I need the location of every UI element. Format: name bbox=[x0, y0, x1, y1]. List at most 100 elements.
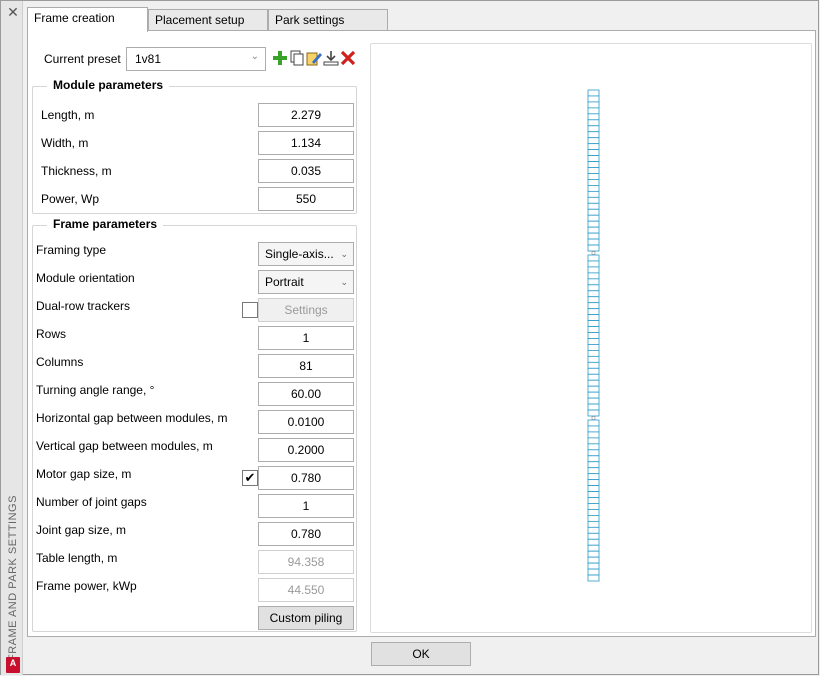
motor-gap-field[interactable]: 0.780 bbox=[258, 466, 354, 490]
custom-piling-button[interactable]: Custom piling bbox=[258, 606, 354, 630]
module-rect bbox=[587, 314, 600, 321]
module-rect bbox=[587, 491, 600, 498]
preset-value: 1v81 bbox=[135, 52, 162, 66]
module-rect bbox=[587, 479, 600, 486]
tab-placement-setup[interactable]: Placement setup bbox=[148, 9, 268, 31]
module-rect bbox=[587, 344, 600, 351]
horizontal-gap-field[interactable]: 0.0100 bbox=[258, 410, 354, 434]
module-rect bbox=[587, 167, 600, 174]
module-rect bbox=[587, 149, 600, 156]
frame-preview-canvas bbox=[587, 89, 600, 582]
module-parameters-group: Module parameters Length, m 2.279 Width,… bbox=[32, 78, 357, 214]
dialog-window: ✕ FRAME AND PARK SETTINGS A Frame creati… bbox=[0, 0, 819, 675]
module-rect bbox=[587, 467, 600, 475]
module-rect bbox=[587, 190, 600, 198]
chevron-down-icon: ⌄ bbox=[340, 277, 348, 287]
motor-gap-label: Motor gap size, m bbox=[36, 467, 132, 481]
module-rect bbox=[587, 266, 600, 274]
module-rect bbox=[587, 296, 600, 304]
module-rect bbox=[587, 173, 600, 180]
module-rect bbox=[587, 431, 600, 439]
module-rect bbox=[587, 485, 600, 492]
module-rect bbox=[587, 89, 600, 97]
framing-type-select[interactable]: Single-axis... ⌄ bbox=[258, 242, 354, 266]
module-rect bbox=[587, 143, 600, 151]
module-rect bbox=[587, 220, 600, 228]
dual-row-checkbox[interactable] bbox=[242, 302, 258, 318]
dual-row-settings-button[interactable]: Settings bbox=[258, 298, 354, 322]
chevron-down-icon: ⌄ bbox=[250, 51, 259, 62]
motor-gap-checkbox[interactable]: ✔ bbox=[242, 470, 258, 486]
edit-preset-icon[interactable] bbox=[306, 50, 322, 66]
joint-gaps-field[interactable]: 1 bbox=[258, 494, 354, 518]
module-rect bbox=[587, 497, 600, 504]
module-rect bbox=[587, 361, 600, 369]
module-rect bbox=[587, 260, 600, 268]
rows-label: Rows bbox=[36, 327, 67, 341]
joint-gaps-label: Number of joint gaps bbox=[36, 495, 147, 509]
module-rect bbox=[587, 179, 600, 186]
module-rect bbox=[587, 538, 600, 546]
power-field[interactable]: 550 bbox=[258, 187, 354, 211]
table-length-label: Table length, m bbox=[36, 551, 118, 565]
module-rect bbox=[587, 214, 600, 222]
module-rect bbox=[587, 449, 600, 457]
turning-angle-label: Turning angle range, ° bbox=[36, 383, 155, 397]
module-rect bbox=[587, 208, 600, 216]
module-rect bbox=[587, 244, 600, 252]
tab-frame-creation[interactable]: Frame creation bbox=[27, 7, 148, 32]
module-rect bbox=[587, 119, 600, 127]
module-rect bbox=[587, 515, 600, 522]
app-logo: A bbox=[6, 657, 20, 673]
export-preset-icon[interactable] bbox=[323, 50, 339, 66]
module-rect bbox=[587, 503, 600, 510]
joint-gap-size-field[interactable]: 0.780 bbox=[258, 522, 354, 546]
gap-marker bbox=[591, 251, 596, 255]
close-icon[interactable]: ✕ bbox=[6, 5, 20, 19]
frame-parameters-title: Frame parameters bbox=[47, 217, 164, 231]
module-rect bbox=[587, 290, 600, 298]
module-rect bbox=[587, 278, 600, 286]
add-preset-icon[interactable] bbox=[272, 50, 288, 66]
length-field[interactable]: 2.279 bbox=[258, 103, 354, 127]
preset-select[interactable]: 1v81 ⌄ bbox=[126, 47, 266, 71]
module-rect bbox=[587, 550, 600, 558]
turning-angle-field[interactable]: 60.00 bbox=[258, 382, 354, 406]
vertical-gap-field[interactable]: 0.2000 bbox=[258, 438, 354, 462]
width-field[interactable]: 1.134 bbox=[258, 131, 354, 155]
thickness-field[interactable]: 0.035 bbox=[258, 159, 354, 183]
columns-field[interactable]: 81 bbox=[258, 354, 354, 378]
module-rect bbox=[587, 473, 600, 481]
module-rect bbox=[587, 379, 600, 387]
module-parameters-title: Module parameters bbox=[47, 78, 170, 92]
chevron-down-icon: ⌄ bbox=[340, 249, 348, 259]
module-rect bbox=[587, 272, 600, 280]
module-rect bbox=[587, 302, 600, 310]
side-strip: ✕ FRAME AND PARK SETTINGS A bbox=[1, 1, 23, 675]
module-rect bbox=[587, 284, 600, 292]
vertical-gap-label: Vertical gap between modules, m bbox=[36, 439, 213, 453]
module-rect bbox=[587, 155, 600, 162]
table-length-field: 94.358 bbox=[258, 550, 354, 574]
thickness-label: Thickness, m bbox=[41, 164, 112, 178]
frame-power-field: 44.550 bbox=[258, 578, 354, 602]
tab-content: Current preset 1v81 ⌄ Module parameters … bbox=[27, 30, 816, 637]
module-rect bbox=[587, 443, 600, 451]
joint-gap-size-label: Joint gap size, m bbox=[36, 523, 127, 537]
module-rect bbox=[587, 350, 600, 357]
module-orientation-select[interactable]: Portrait ⌄ bbox=[258, 270, 354, 294]
module-rect bbox=[587, 532, 600, 540]
module-rect bbox=[587, 568, 600, 576]
module-rect bbox=[587, 391, 600, 399]
delete-preset-icon[interactable] bbox=[340, 50, 356, 66]
horizontal-gap-label: Horizontal gap between modules, m bbox=[36, 411, 228, 425]
module-orientation-value: Portrait bbox=[265, 275, 304, 289]
length-label: Length, m bbox=[41, 108, 95, 122]
tab-park-settings[interactable]: Park settings bbox=[268, 9, 388, 31]
copy-preset-icon[interactable] bbox=[289, 50, 305, 66]
module-rect bbox=[587, 338, 600, 345]
gap-marker bbox=[591, 416, 596, 420]
rows-field[interactable]: 1 bbox=[258, 326, 354, 350]
module-rect bbox=[587, 232, 600, 240]
ok-button[interactable]: OK bbox=[371, 642, 471, 666]
